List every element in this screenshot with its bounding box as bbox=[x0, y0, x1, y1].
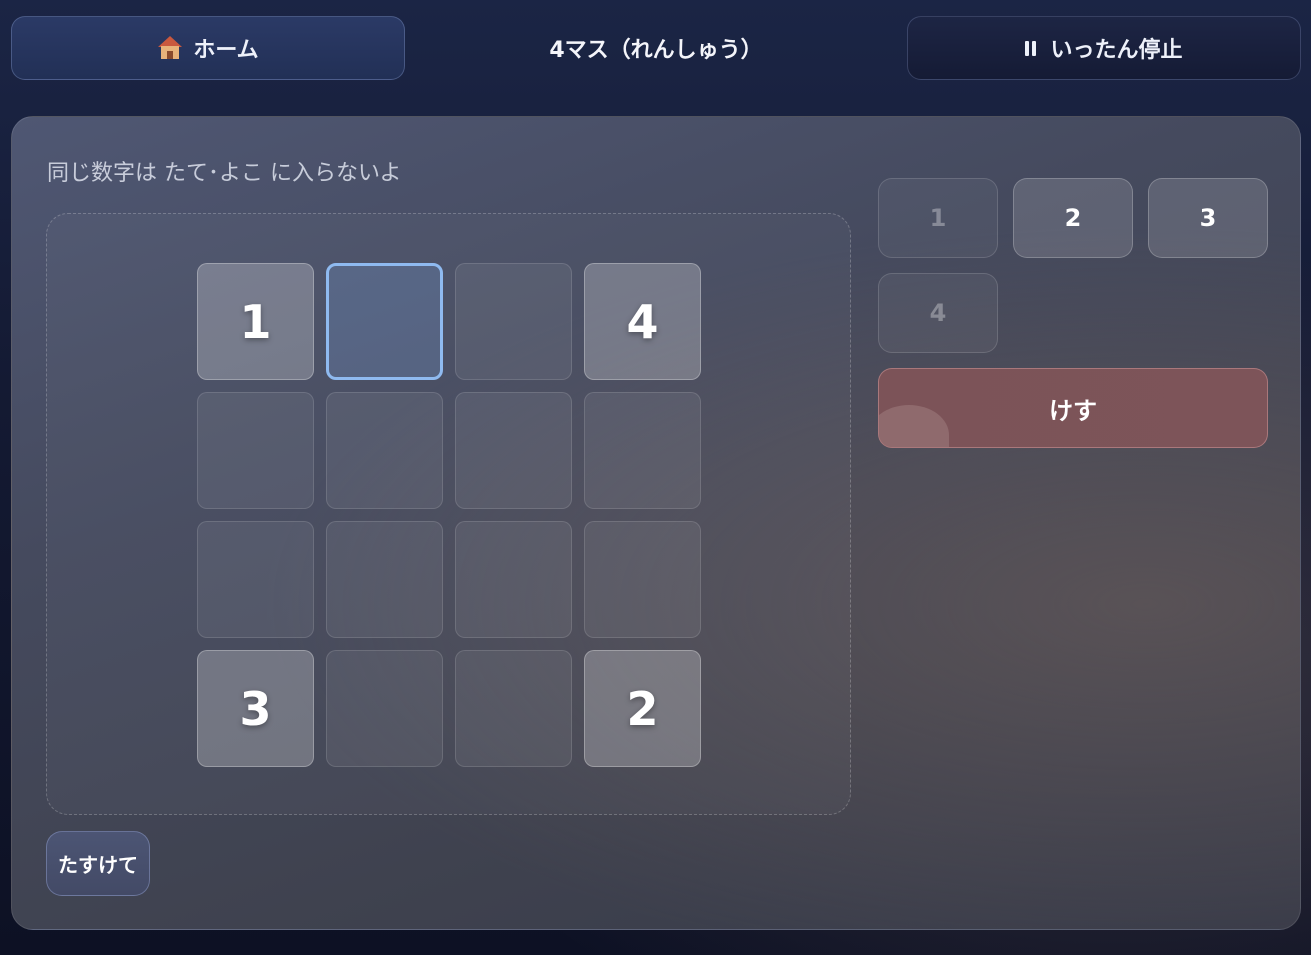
sudoku-grid: 1 4 3 2 bbox=[197, 263, 701, 767]
top-bar: ホーム 4マス（れんしゅう） いったん停止 bbox=[0, 0, 1311, 100]
home-button[interactable]: ホーム bbox=[11, 16, 405, 80]
number-button-3[interactable]: 3 bbox=[1148, 178, 1268, 258]
number-button-2[interactable]: 2 bbox=[1013, 178, 1133, 258]
grid-cell-r3-c4[interactable] bbox=[584, 521, 701, 638]
page-title: 4マス（れんしゅう） bbox=[549, 38, 763, 63]
game-panel: 同じ数字は たて･よこ に入らないよ 1432 けす 1234 たすけて bbox=[11, 116, 1301, 930]
grid-cell-r3-c3[interactable] bbox=[455, 521, 572, 638]
grid-cell-r1-c3[interactable] bbox=[455, 263, 572, 380]
rule-hint: 同じ数字は たて･よこ に入らないよ bbox=[47, 161, 402, 186]
grid-cell-r4-c3[interactable] bbox=[455, 650, 572, 767]
grid-cell-r1-c2[interactable] bbox=[326, 263, 443, 380]
grid-cell-r1-c4[interactable]: 4 bbox=[584, 263, 701, 380]
grid-cell-r3-c2[interactable] bbox=[326, 521, 443, 638]
board-frame: 1 4 3 2 bbox=[46, 213, 851, 815]
erase-label: けす bbox=[1049, 396, 1097, 425]
grid-cell-r2-c1[interactable] bbox=[197, 392, 314, 509]
grid-cell-r4-c2[interactable] bbox=[326, 650, 443, 767]
pause-button[interactable]: いったん停止 bbox=[907, 16, 1301, 80]
help-button[interactable]: たすけて bbox=[46, 831, 150, 896]
number-button-1[interactable]: 1 bbox=[878, 178, 998, 258]
home-label: ホーム bbox=[193, 38, 259, 63]
grid-cell-r2-c4[interactable] bbox=[584, 392, 701, 509]
grid-cell-r2-c3[interactable] bbox=[455, 392, 572, 509]
erase-button[interactable]: けす bbox=[878, 368, 1268, 448]
pause-label: いったん停止 bbox=[1050, 38, 1183, 63]
number-button-4[interactable]: 4 bbox=[878, 273, 998, 353]
grid-cell-r2-c2[interactable] bbox=[326, 392, 443, 509]
grid-cell-r3-c1[interactable] bbox=[197, 521, 314, 638]
erase-button-decoration bbox=[879, 405, 949, 447]
house-icon bbox=[157, 36, 183, 60]
grid-cell-r4-c4[interactable]: 2 bbox=[584, 650, 701, 767]
grid-cell-r4-c1[interactable]: 3 bbox=[197, 650, 314, 767]
grid-cell-r1-c1[interactable]: 1 bbox=[197, 263, 314, 380]
pause-icon bbox=[1025, 40, 1037, 56]
